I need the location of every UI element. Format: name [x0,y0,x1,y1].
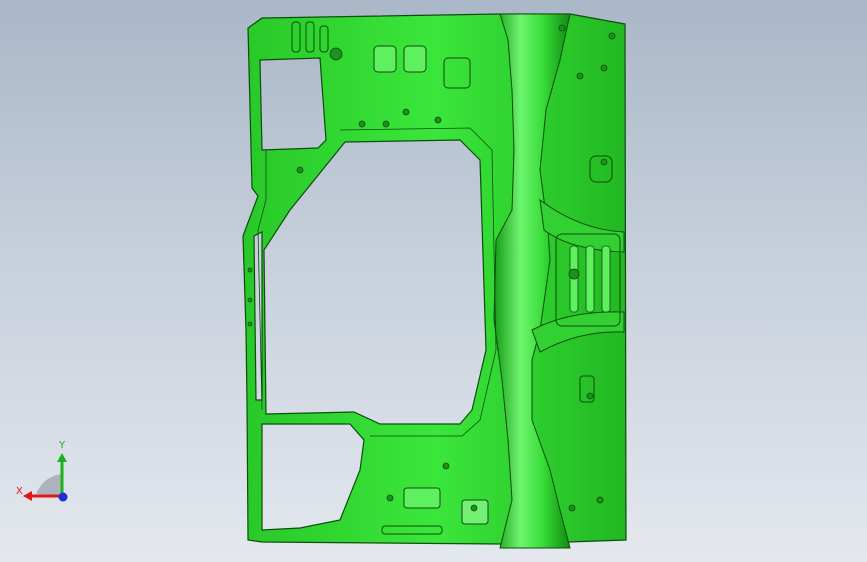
axis-triad: X Y [14,440,74,510]
right-panel-rib-3 [585,245,595,313]
triad-x-arrow [23,491,32,501]
upper-bracket-b [403,45,427,73]
cad-model[interactable] [0,0,867,562]
graphics-viewport[interactable]: X Y [0,0,867,562]
triad-base-shadow [36,474,62,496]
y-axis-label: Y [59,440,66,451]
right-panel-rib-4 [601,245,611,313]
upper-bracket-a [373,45,397,73]
inner-flange-edge [339,127,497,437]
lower-bracket-b [461,499,489,525]
floor-panel-body[interactable] [242,13,627,545]
triad-y-arrow [57,453,67,462]
triad-z-axis [58,492,68,502]
x-axis-label: X [16,486,23,497]
lower-bracket-a [403,487,441,509]
